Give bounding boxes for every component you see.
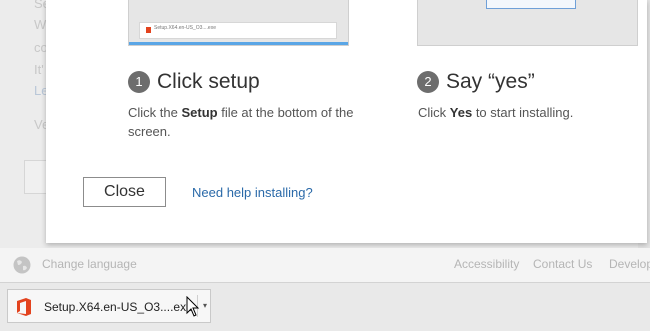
- backdrop-text: It': [34, 62, 44, 77]
- chevron-down-icon[interactable]: ▾: [199, 296, 211, 316]
- mouse-cursor-icon: [186, 296, 200, 317]
- globe-icon: [13, 256, 31, 274]
- step-2-description: Click Yes to start installing.: [418, 103, 648, 122]
- download-preview: Setup.X64.en-US_O3....exe: [139, 22, 337, 39]
- footer-link-develop[interactable]: Develop: [609, 257, 650, 271]
- download-bar: Setup.X64.en-US_O3....exe ▾: [0, 282, 650, 331]
- footer-link-accessibility[interactable]: Accessibility: [454, 257, 519, 271]
- office-icon: [17, 298, 31, 316]
- step-title: Say “yes”: [446, 70, 535, 93]
- office-icon: [146, 27, 151, 33]
- step-desc-text: Click: [418, 105, 450, 120]
- footer-link-contact[interactable]: Contact Us: [533, 257, 592, 271]
- page-footer: Change language Accessibility Contact Us…: [0, 248, 650, 282]
- step-1-heading: 1 Click setup: [128, 70, 260, 94]
- download-file-name: Setup.X64.en-US_O3....exe: [44, 300, 193, 314]
- change-language-link[interactable]: Change language: [42, 257, 137, 271]
- step-number-badge: 1: [128, 71, 150, 93]
- step2-screenshot: [417, 0, 638, 46]
- step-desc-text: to start installing.: [472, 105, 574, 120]
- close-button[interactable]: Close: [83, 177, 166, 207]
- step-number-badge: 2: [417, 71, 439, 93]
- install-dialog: Setup.X64.en-US_O3....exe 1 Click setup C…: [46, 0, 647, 243]
- step-2-heading: 2 Say “yes”: [417, 70, 535, 94]
- preview-dialog: [486, 0, 576, 9]
- preview-bar: [129, 42, 348, 45]
- step-1-description: Click the Setup file at the bottom of th…: [128, 103, 358, 141]
- step1-screenshot: Setup.X64.en-US_O3....exe: [128, 0, 349, 46]
- help-installing-link[interactable]: Need help installing?: [192, 185, 313, 200]
- step-desc-bold: Yes: [449, 105, 473, 120]
- step-title: Click setup: [157, 70, 260, 93]
- step-desc-bold: Setup: [181, 105, 218, 120]
- download-item[interactable]: Setup.X64.en-US_O3....exe ▾: [7, 289, 211, 323]
- backdrop-text: W: [34, 17, 47, 32]
- step-desc-text: Click the: [128, 105, 182, 120]
- preview-file-name: Setup.X64.en-US_O3....exe: [154, 25, 216, 31]
